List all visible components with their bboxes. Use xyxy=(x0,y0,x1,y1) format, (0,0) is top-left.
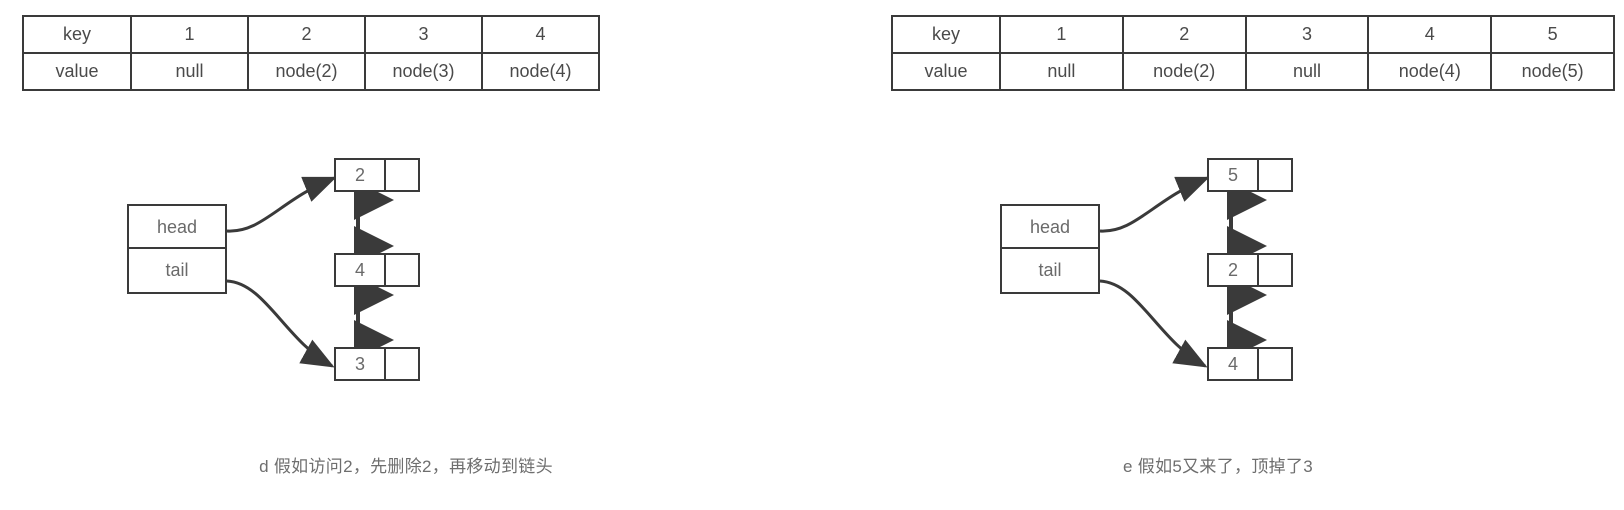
node-next-cell xyxy=(1259,255,1291,285)
caption-e: e 假如5又来了，顶掉了3 xyxy=(1123,457,1313,476)
tail-pointer-arrow xyxy=(226,279,335,368)
list-node: 4 xyxy=(1207,347,1293,381)
head-tail-box: head tail xyxy=(127,204,227,294)
head-pointer-arrow xyxy=(1099,176,1210,233)
node-next-cell xyxy=(1259,349,1291,379)
node-value: 4 xyxy=(336,255,386,285)
panel-e: key 1 2 3 4 5 value null node(2) null no… xyxy=(812,0,1624,510)
list-node: 5 xyxy=(1207,158,1293,192)
list-node: 4 xyxy=(334,253,420,287)
node-next-cell xyxy=(386,160,418,190)
node-next-cell xyxy=(386,255,418,285)
node-value: 5 xyxy=(1209,160,1259,190)
linked-list-diagram-e: head tail 5 2 4 xyxy=(812,0,1624,420)
head-tail-box: head tail xyxy=(1000,204,1100,294)
panel-d: key 1 2 3 4 value null node(2) node(3) n… xyxy=(0,0,812,510)
caption-d: d 假如访问2，先删除2，再移动到链头 xyxy=(259,457,553,476)
list-node: 2 xyxy=(334,158,420,192)
node-value: 2 xyxy=(336,160,386,190)
tail-label: tail xyxy=(1038,260,1062,280)
list-node: 2 xyxy=(1207,253,1293,287)
node-value: 4 xyxy=(1209,349,1259,379)
tail-pointer-arrow xyxy=(1099,279,1208,368)
head-label: head xyxy=(129,206,225,249)
node-value: 3 xyxy=(336,349,386,379)
node-next-cell xyxy=(386,349,418,379)
node-next-cell xyxy=(1259,160,1291,190)
linked-list-diagram-d: head tail 2 4 3 xyxy=(0,0,812,420)
head-pointer-arrow xyxy=(226,176,337,233)
node-value: 2 xyxy=(1209,255,1259,285)
head-label: head xyxy=(1002,206,1098,249)
list-node: 3 xyxy=(334,347,420,381)
tail-label: tail xyxy=(165,260,189,280)
